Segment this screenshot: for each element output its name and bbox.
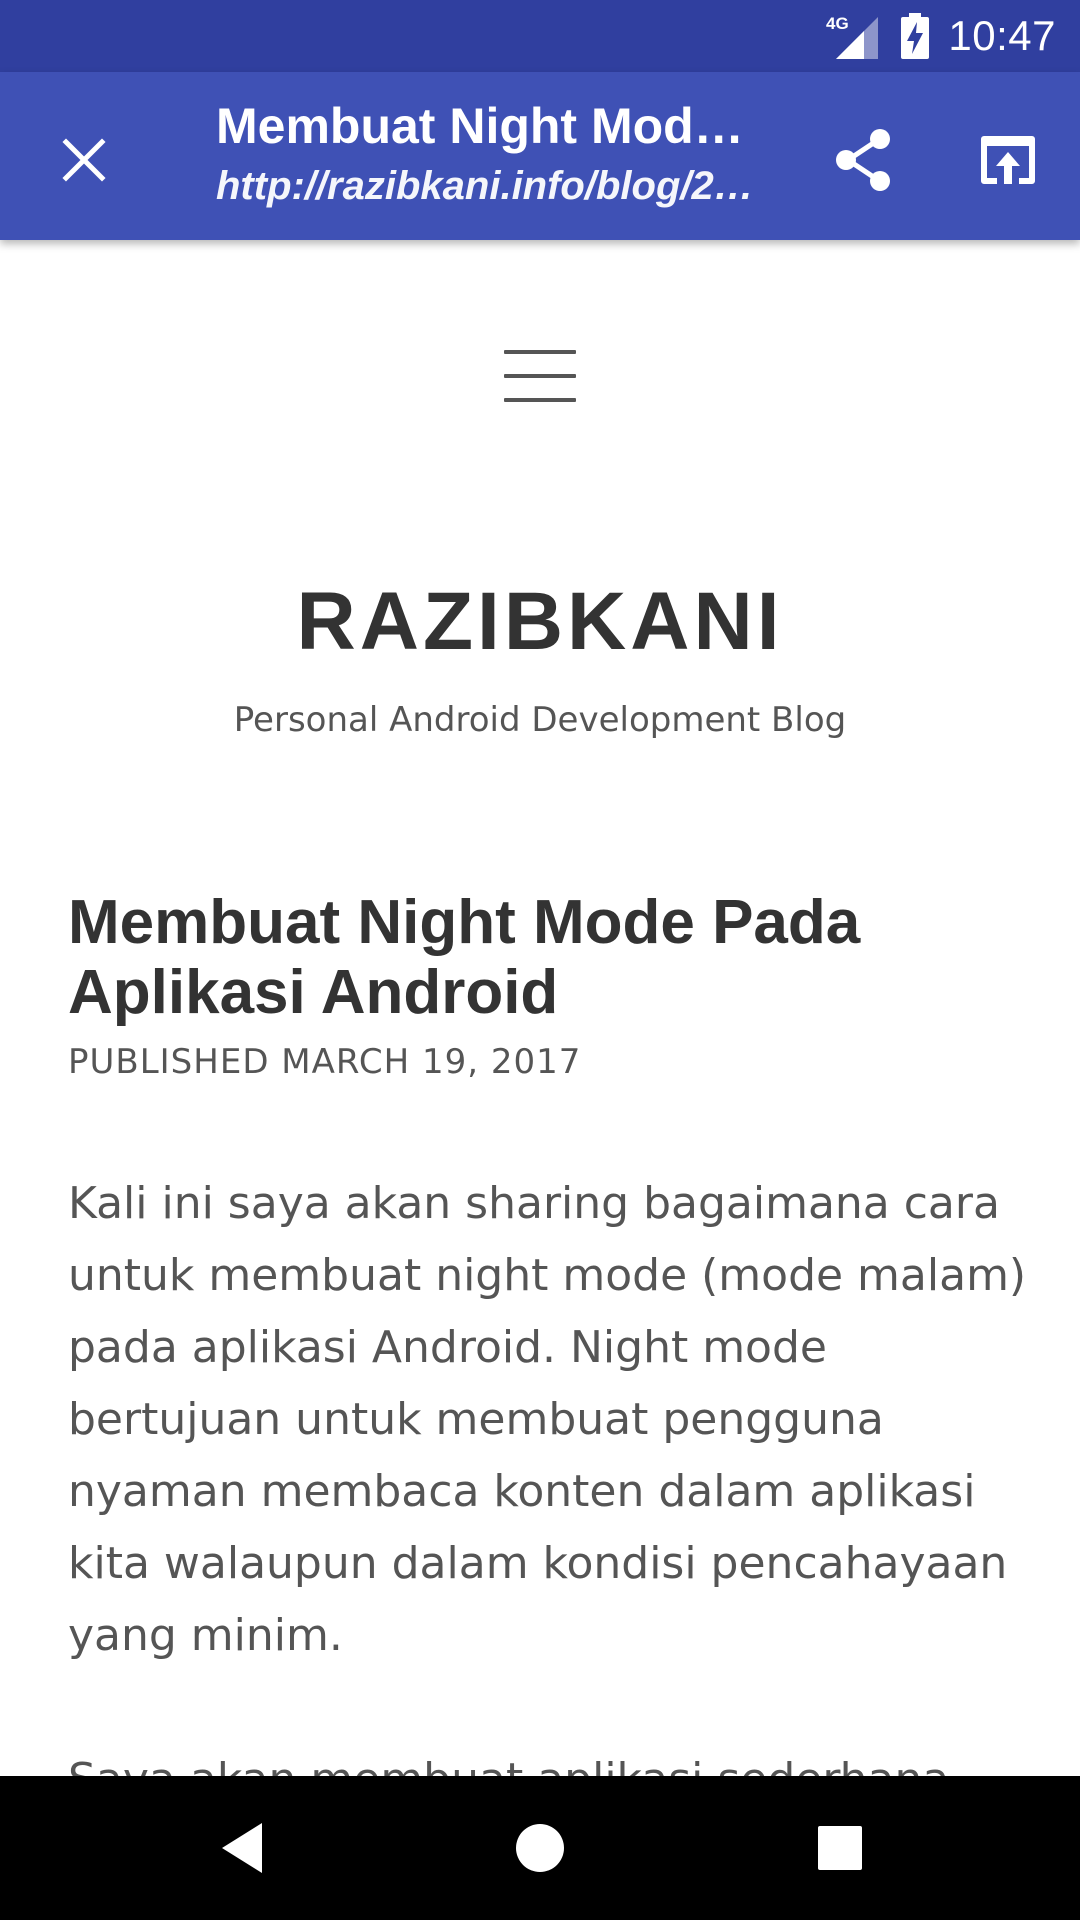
battery-charging-icon (900, 13, 930, 59)
open-in-browser-button[interactable] (964, 116, 1052, 204)
clock: 10:47 (948, 12, 1056, 59)
page-url: http://razibkani.info/blog/2017/03/19/me… (216, 164, 766, 208)
page-title: Membuat Night Mode Pada Aplikasi Android (216, 98, 766, 154)
post-title[interactable]: Membuat Night Mode Pada Aplikasi Android (68, 888, 1028, 1028)
recents-icon (818, 1826, 862, 1870)
post-body: Kali ini saya akan sharing bagaimana car… (68, 1168, 1028, 1776)
toolbar-title-area[interactable]: Membuat Night Mode Pada Aplikasi Android… (216, 94, 766, 214)
back-button[interactable] (206, 1812, 278, 1884)
custom-tab-toolbar: Membuat Night Mode Pada Aplikasi Android… (0, 72, 1080, 240)
close-icon (62, 138, 106, 182)
system-navigation-bar (0, 1776, 1080, 1920)
post-paragraph: Kali ini saya akan sharing bagaimana car… (68, 1178, 1027, 1661)
back-icon (222, 1823, 262, 1873)
home-icon (516, 1824, 564, 1872)
post-paragraph: Saya akan membuat aplikasi sederhana (68, 1744, 1028, 1776)
close-button[interactable] (40, 116, 128, 204)
post-date: PUBLISHED MARCH 19, 2017 (68, 1042, 582, 1082)
site-title[interactable]: RAZIBKANI (0, 575, 1080, 669)
web-content[interactable]: RAZIBKANI Personal Android Development B… (0, 240, 1080, 1776)
share-button[interactable] (820, 116, 908, 204)
site-tagline: Personal Android Development Blog (233, 700, 847, 740)
status-icons: 4G 10:47 (826, 0, 1056, 72)
hamburger-menu-button[interactable] (500, 350, 580, 418)
recents-button[interactable] (804, 1812, 876, 1884)
status-bar: 4G 10:47 (0, 0, 1080, 72)
share-icon (836, 129, 890, 191)
signal-icon: 4G (826, 13, 882, 59)
home-button[interactable] (504, 1812, 576, 1884)
open-in-browser-icon (981, 136, 1035, 184)
network-type-label: 4G (826, 14, 849, 33)
